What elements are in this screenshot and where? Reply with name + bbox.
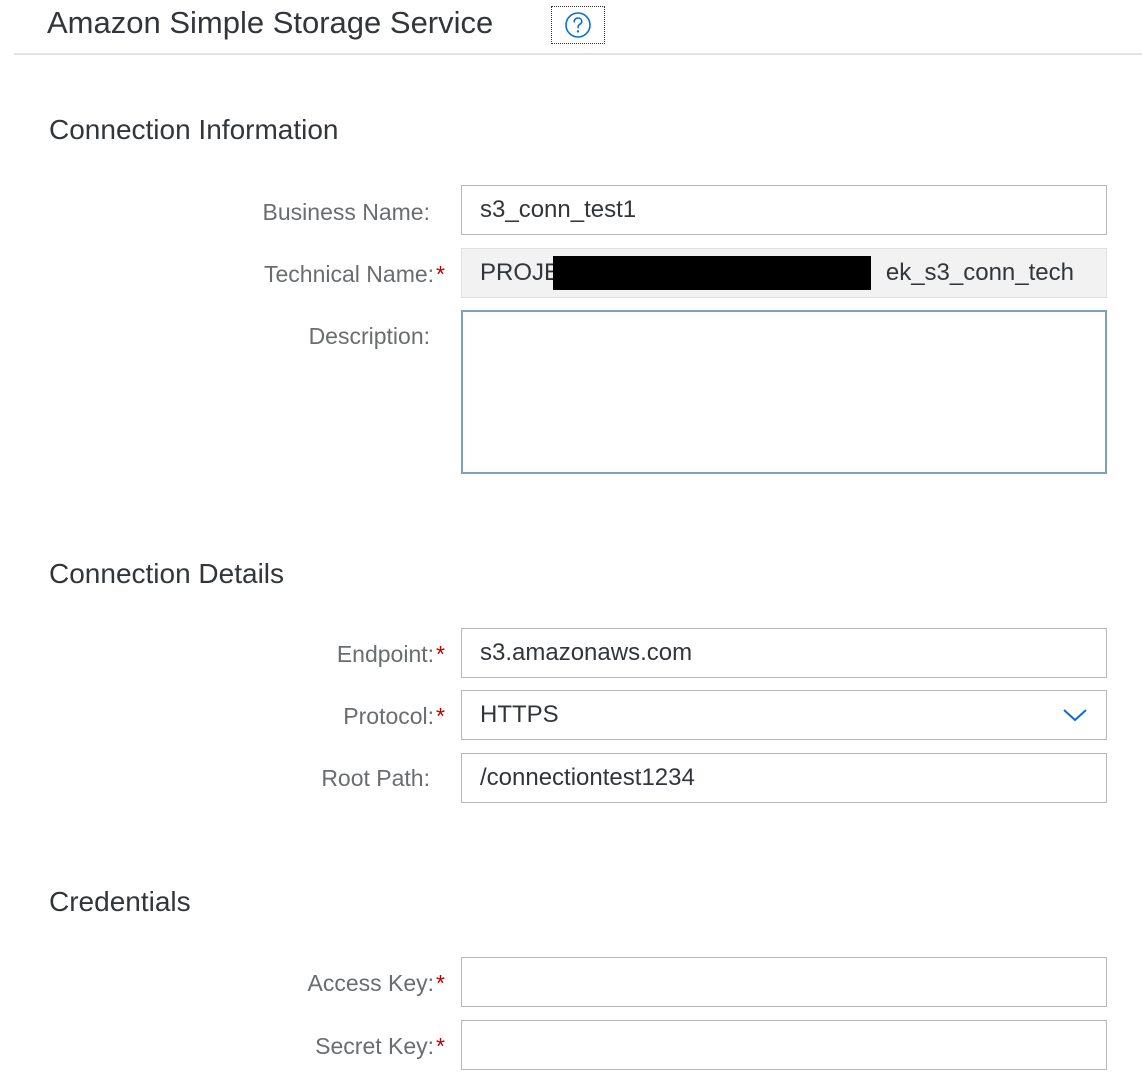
page-header: Amazon Simple Storage Service	[0, 0, 1142, 55]
required-asterisk: *	[436, 261, 445, 287]
root-path-value: /connectiontest1234	[480, 764, 695, 791]
technical-name-label: Technical Name:*	[264, 261, 445, 287]
required-asterisk: *	[436, 641, 445, 667]
access-key-input[interactable]	[461, 957, 1107, 1007]
business-name-input[interactable]: s3_conn_test1	[461, 185, 1107, 235]
page-title: Amazon Simple Storage Service	[47, 5, 494, 40]
business-name-label: Business Name:	[262, 199, 430, 225]
business-name-value: s3_conn_test1	[480, 196, 637, 223]
redaction-bar	[553, 256, 871, 290]
endpoint-label: Endpoint:*	[336, 641, 445, 667]
section-title-credentials: Credentials	[49, 886, 191, 917]
section-title-connection-details: Connection Details	[49, 558, 285, 589]
root-path-input[interactable]: /connectiontest1234	[461, 753, 1107, 803]
endpoint-input[interactable]: s3.amazonaws.com	[461, 628, 1107, 678]
required-asterisk: *	[436, 703, 445, 729]
access-key-label: Access Key:*	[307, 970, 446, 996]
required-asterisk: *	[436, 970, 445, 996]
help-button[interactable]	[551, 6, 605, 44]
protocol-label: Protocol:*	[343, 703, 445, 729]
secret-key-input[interactable]	[461, 1020, 1107, 1070]
help-circle-icon	[565, 12, 591, 38]
description-label: Description:	[308, 323, 430, 349]
technical-name-value-start: PROJE	[480, 259, 561, 286]
protocol-value: HTTPS	[480, 701, 559, 728]
root-path-label: Root Path:	[321, 765, 430, 791]
required-asterisk: *	[436, 1033, 445, 1059]
description-textarea[interactable]	[461, 310, 1107, 474]
protocol-select[interactable]: HTTPS	[461, 690, 1107, 740]
section-title-connection-information: Connection Information	[49, 114, 339, 145]
technical-name-value-end: ek_s3_conn_tech	[885, 259, 1074, 286]
secret-key-label: Secret Key:*	[315, 1033, 445, 1059]
chevron-down-icon[interactable]	[1060, 705, 1090, 725]
header-divider	[14, 53, 1142, 55]
endpoint-value: s3.amazonaws.com	[480, 639, 693, 666]
